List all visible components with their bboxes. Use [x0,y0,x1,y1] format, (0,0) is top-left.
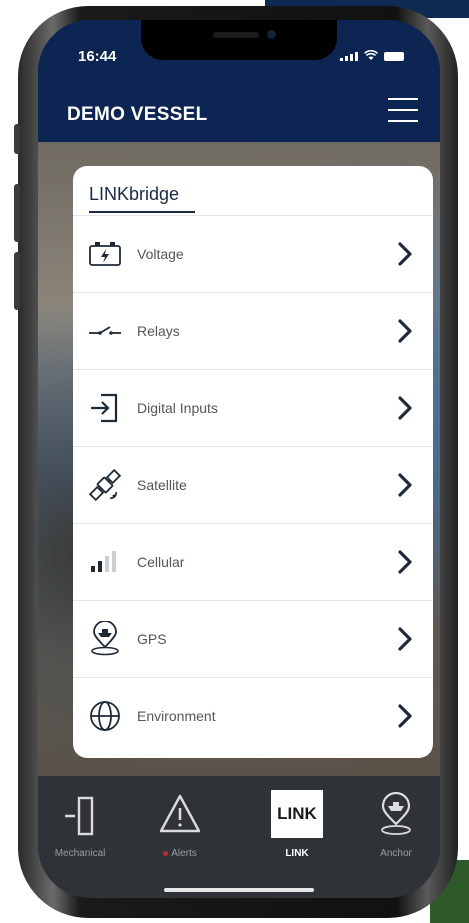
app-header: DEMO VESSEL [38,80,440,142]
volume-up-button [14,184,20,242]
globe-icon [87,698,123,734]
alert-indicator [163,850,169,856]
chevron-right-icon [398,550,412,574]
list-item-label: Satellite [137,477,187,493]
chevron-right-icon [398,704,412,728]
nav-label: LINK [285,848,309,859]
link-logo-icon: LINK [271,790,323,838]
boat-pin-icon [87,621,123,657]
door-exit-icon [65,796,94,836]
card-title: LINKbridge [89,184,180,204]
list-item-label: Cellular [137,554,185,570]
status-time: 16:44 [78,48,117,65]
input-arrow-icon [87,390,123,426]
anchor-pin-icon [381,792,411,835]
list-item-label: Voltage [137,246,184,262]
nav-alerts[interactable]: Alerts [140,790,220,866]
menu-icon[interactable] [388,98,418,122]
list-item-gps[interactable]: GPS [73,600,433,677]
chevron-right-icon [398,627,412,651]
cellular-signal-icon [87,544,123,580]
list-item-voltage[interactable]: Voltage [73,215,433,292]
chevron-right-icon [398,396,412,420]
list-item-label: Digital Inputs [137,400,218,416]
screen: 16:44 DEMO VESSEL LINKbridge Voltage Rel… [38,20,440,898]
nav-label: Mechanical [54,848,106,859]
chevron-right-icon [398,473,412,497]
card-title-underline [89,211,195,213]
chevron-right-icon [398,242,412,266]
list-item-relays[interactable]: Relays [73,292,433,369]
warning-icon [159,794,201,833]
battery-bolt-icon [87,236,123,272]
volume-down-button [14,252,20,310]
list-item-label: Relays [137,323,180,339]
nav-link[interactable]: LINK LINK [255,790,335,866]
nav-mechanical[interactable]: Mechanical [40,790,120,866]
nav-label: Alerts [140,848,220,859]
list-item-environment[interactable]: Environment [73,677,433,754]
silent-switch [14,124,20,154]
battery-icon [384,52,404,61]
status-icons [340,50,404,61]
nav-anchor[interactable]: Anchor [356,790,436,866]
chevron-right-icon [398,319,412,343]
list-item-label: Environment [137,708,216,724]
nav-label: Anchor [380,848,412,859]
wifi-icon [364,50,378,60]
home-indicator[interactable] [164,888,314,892]
camera [267,30,276,39]
linkbridge-card: LINKbridge Voltage Relays Digital Inputs… [73,166,433,758]
satellite-icon [87,467,123,503]
list-item-satellite[interactable]: Satellite [73,446,433,523]
list-item-cellular[interactable]: Cellular [73,523,433,600]
vessel-title: DEMO VESSEL [67,104,208,125]
list-item-label: GPS [137,631,167,647]
relay-switch-icon [87,313,123,349]
notch [141,20,337,60]
bottom-nav: Mechanical Alerts LINK LINK Anchor [38,776,440,898]
signal-icon [340,52,358,61]
list-item-digital-inputs[interactable]: Digital Inputs [73,369,433,446]
speaker [213,32,259,38]
